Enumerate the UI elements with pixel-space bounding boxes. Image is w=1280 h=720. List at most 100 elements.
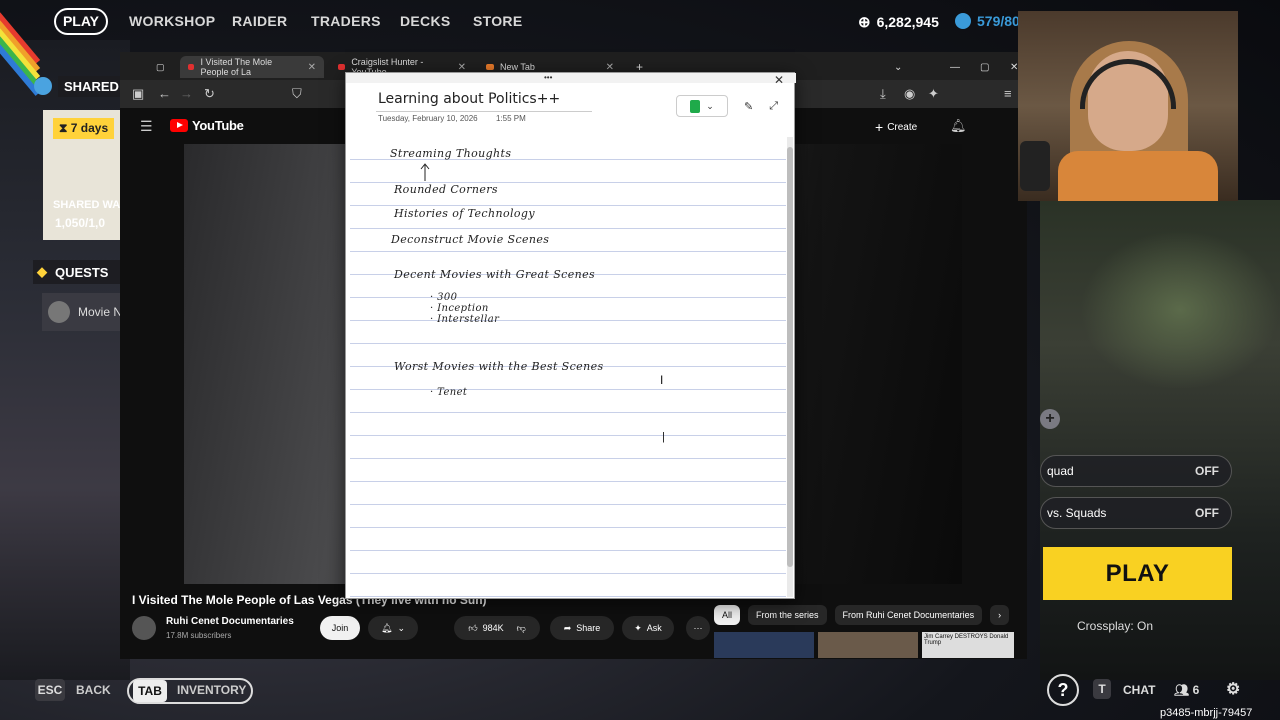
like-button[interactable]: 👍︎ 984K 👎︎ [454,616,540,640]
currency-credits-value: 6,282,945 [876,14,939,30]
firefox-favicon-icon [486,64,494,70]
chat-button[interactable]: CHAT [1123,683,1155,697]
play-button[interactable]: PLAY [1043,547,1232,600]
back-button[interactable]: BACK [76,683,111,697]
close-tab-icon[interactable]: ✕ [606,62,614,73]
squad-fill-label: quad [1047,464,1074,478]
related-chips: All From the series From Ruhi Cenet Docu… [714,605,1010,625]
quests-label: QUESTS [55,264,109,280]
chevron-right-icon[interactable]: › [990,605,1010,625]
menu-icon[interactable]: ≡ [1004,86,1012,101]
download-icon[interactable]: ⤓ [880,86,886,102]
note-line: · Inception [430,303,489,314]
sparkle-icon: ✦ [634,622,642,633]
chip-channel[interactable]: From Ruhi Cenet Documentaries [834,605,983,625]
related-thumbnails: Jim Carrey DESTROYS Donald Trump [714,632,1014,658]
currency-credits: ⊕ 6,282,945 [858,13,939,31]
gear-icon [34,77,52,95]
extensions-icon[interactable]: ✦ [928,86,939,102]
shared-weapon-title: SHARED WA [53,199,121,211]
note-title[interactable]: Learning about Politics++ [378,91,560,107]
thumbs-down-icon[interactable]: 👎︎ [517,623,526,634]
browser-tab-active[interactable]: I Visited The Mole People of La ✕ [180,56,324,78]
maximize-icon[interactable]: ▢ [972,56,997,78]
chip-all[interactable]: All [714,605,741,625]
quests-header[interactable]: ◆ QUESTS [33,260,123,284]
related-thumbnail[interactable] [714,632,814,658]
note-titlebar [346,73,796,83]
share-button[interactable]: ➦ Share [550,616,614,640]
related-thumbnail[interactable]: Jim Carrey DESTROYS Donald Trump [922,632,1014,658]
nav-store-tab[interactable]: STORE [473,13,522,29]
arrow-icon [420,163,430,181]
add-squad-icon[interactable]: + [1040,409,1060,429]
minimize-icon[interactable]: — [942,56,968,78]
friends-button[interactable]: 👥︎ 6 [1174,683,1199,697]
nav-raider-tab[interactable]: RAIDER [232,13,287,29]
sidebar-icon[interactable]: ▣ [132,86,144,102]
currency-tokens: 579/80 [955,13,1020,29]
ask-button[interactable]: ✦ Ask [622,616,674,640]
bell-icon[interactable]: 🔔︎ [950,118,967,134]
plus-icon: + [875,119,884,135]
tab-list-icon[interactable]: ⌄ [886,56,910,78]
youtube-logo[interactable]: YouTube [170,118,244,133]
close-tab-icon[interactable]: ✕ [308,62,316,73]
bottom-bar: ESC BACK TAB INVENTORY [0,676,1280,706]
vs-squads-label: vs. Squads [1047,506,1107,520]
channel-name[interactable]: Ruhi Cenet Documentaries [166,616,294,627]
note-scrollbar[interactable] [787,137,793,597]
account-icon[interactable]: ◉ [904,86,915,102]
streamer-jacket [1058,151,1218,201]
pen-icon[interactable]: ✎ [744,100,753,113]
close-icon[interactable]: ✕ [774,73,784,87]
more-icon[interactable]: ··· [686,616,710,640]
squad-fill-option[interactable]: quad OFF [1040,455,1232,487]
youtube-logo-icon [170,119,188,132]
quest-icon: ◆ [37,264,47,279]
squad-fill-value: OFF [1195,464,1219,478]
vs-squads-option[interactable]: vs. Squads OFF [1040,497,1232,529]
expand-icon[interactable]: ⤢ [769,100,778,113]
close-tab-icon[interactable]: ✕ [458,62,466,73]
note-line: Histories of Technology [394,207,535,220]
join-button[interactable]: Join [320,616,360,640]
channel-subscribers: 17.8M subscribers [166,631,232,640]
channel-avatar[interactable] [132,616,156,640]
drag-handle-icon[interactable]: ••• [544,73,552,82]
create-button[interactable]: + Create [875,116,917,138]
shared-weapon-progress: 1,050/1,0 [55,216,106,230]
note-time: 1:55 PM [496,114,526,123]
quest-card[interactable]: Movie N [42,293,124,331]
shield-icon[interactable]: ⛉ [292,86,302,102]
nav-play-tab[interactable]: PLAY [54,8,108,35]
youtube-favicon-icon [338,64,346,70]
related-thumbnail[interactable] [818,632,918,658]
vs-squads-value: OFF [1195,506,1219,520]
quest-avatar [48,301,70,323]
reload-icon[interactable]: ↻ [204,86,215,102]
back-arrow-icon[interactable]: ← [158,86,171,101]
subscribe-bell-button[interactable]: 🔔︎ ⌄ [368,616,418,640]
tab-overview-icon[interactable]: ▢ [156,56,168,78]
note-line: · 300 [430,292,458,303]
chip-series[interactable]: From the series [748,605,827,625]
currency-tokens-value: 579/80 [977,13,1020,29]
note-line: Worst Movies with the Best Scenes [394,360,604,373]
days-badge: ⧗ 7 days [53,118,115,139]
hamburger-icon[interactable]: ☰ [140,118,153,135]
thumbs-up-icon: 👍︎ [468,622,478,633]
nav-decks-tab[interactable]: DECKS [400,13,451,29]
help-icon[interactable]: ? [1047,674,1079,706]
note-line: · Interstellar [430,314,500,325]
settings-icon[interactable]: ⚙ [1226,679,1240,699]
bell-icon: 🔔︎ [381,622,393,633]
nav-workshop-tab[interactable]: WORKSHOP [129,13,215,29]
notebook-picker[interactable]: ⌄ [676,95,728,117]
note-toolbar: ⌄ ✎ ⤢ [676,95,778,117]
nav-traders-tab[interactable]: TRADERS [311,13,381,29]
forward-arrow-icon[interactable]: → [180,86,193,101]
chevron-down-icon: ⌄ [706,100,714,111]
hourglass-icon: ⧗ [59,121,71,135]
session-id: p3485-mbrjj-79457 [1160,707,1253,719]
